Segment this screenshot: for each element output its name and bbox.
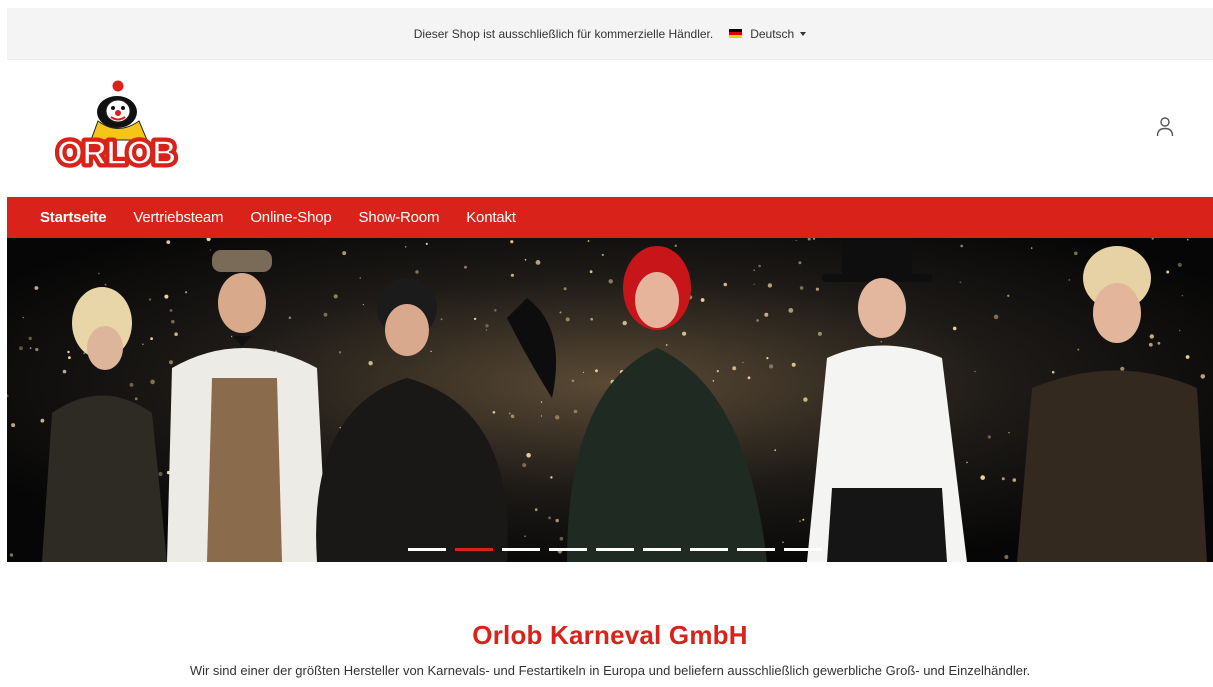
intro-section: Orlob Karneval GmbH Wir sind einer der g… bbox=[7, 562, 1213, 687]
slider-dot-9[interactable] bbox=[784, 548, 822, 551]
caret-down-icon bbox=[800, 31, 807, 36]
slider-dot-1[interactable] bbox=[408, 548, 446, 551]
nav-item-startseite[interactable]: Startseite bbox=[40, 209, 107, 226]
user-account-icon[interactable] bbox=[1155, 116, 1175, 138]
nav-item-kontakt[interactable]: Kontakt bbox=[466, 209, 516, 226]
top-notice-bar: Dieser Shop ist ausschließlich für komme… bbox=[7, 8, 1213, 60]
slider-dot-6[interactable] bbox=[643, 548, 681, 551]
site-logo[interactable]: ORLOB ORLOB bbox=[54, 78, 197, 175]
language-label: Deutsch bbox=[750, 26, 795, 41]
commercial-notice: Dieser Shop ist ausschließlich für komme… bbox=[413, 26, 714, 41]
logo-wordmark: ORLOB bbox=[57, 134, 176, 170]
slider-dot-8[interactable] bbox=[737, 548, 775, 551]
slider-dot-5[interactable] bbox=[596, 548, 634, 551]
company-description: Wir sind einer der größten Hersteller vo… bbox=[189, 663, 1031, 678]
nav-item-show-room[interactable]: Show-Room bbox=[359, 209, 440, 226]
slider-dot-4[interactable] bbox=[549, 548, 587, 551]
main-navigation: Startseite Vertriebsteam Online-Shop Sho… bbox=[7, 197, 1213, 238]
slider-dot-3[interactable] bbox=[502, 548, 540, 551]
nav-item-vertriebsteam[interactable]: Vertriebsteam bbox=[133, 209, 223, 226]
slider-pagination bbox=[408, 548, 822, 551]
hero-image bbox=[7, 238, 1213, 562]
language-selector[interactable]: Deutsch bbox=[729, 26, 807, 41]
slider-dot-7[interactable] bbox=[690, 548, 728, 551]
hero-slider[interactable] bbox=[7, 238, 1213, 562]
clown-logo-icon: ORLOB ORLOB bbox=[54, 80, 180, 175]
slider-dot-2[interactable] bbox=[455, 548, 493, 551]
company-title: Orlob Karneval GmbH bbox=[472, 620, 748, 650]
nav-item-online-shop[interactable]: Online-Shop bbox=[250, 209, 331, 226]
german-flag-icon bbox=[729, 29, 743, 38]
site-header: ORLOB ORLOB bbox=[7, 60, 1213, 197]
